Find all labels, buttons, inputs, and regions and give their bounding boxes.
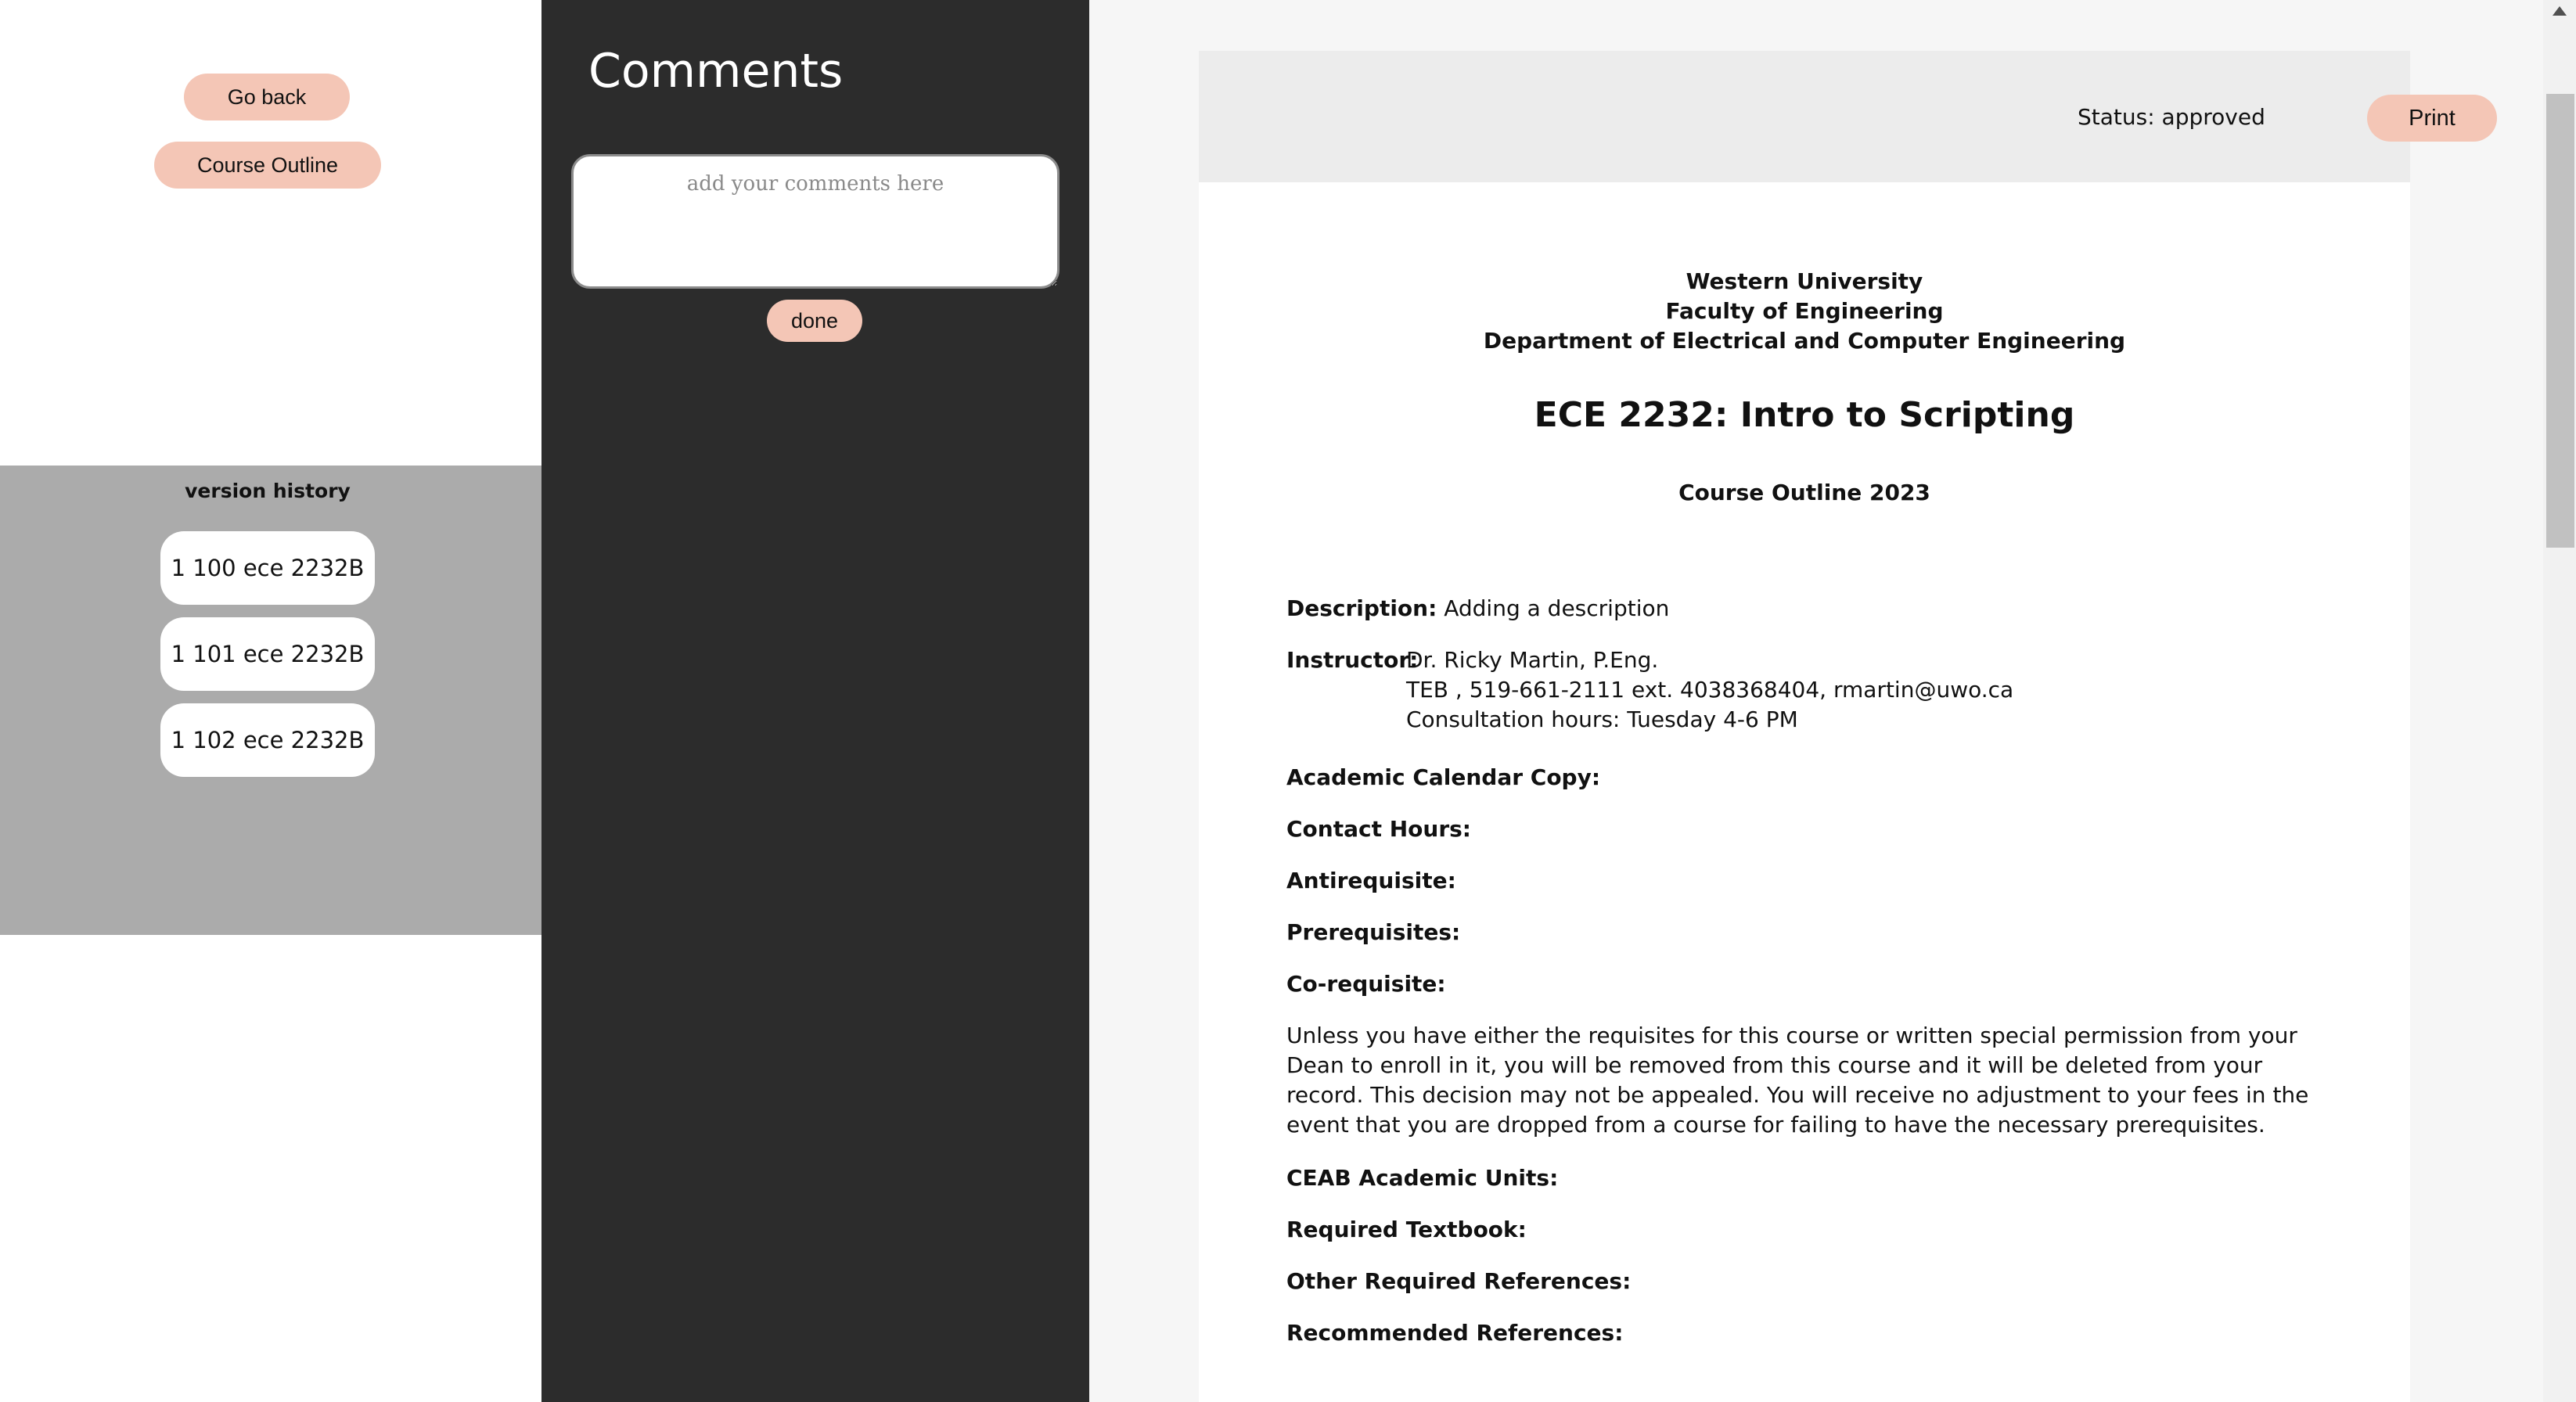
comments-title: Comments: [588, 44, 844, 99]
print-button[interactable]: Print: [2367, 95, 2497, 142]
course-title: ECE 2232: Intro to Scripting: [1534, 395, 2075, 435]
ceab-units-label: CEAB Academic Units:: [1286, 1165, 1559, 1191]
done-button[interactable]: done: [767, 300, 862, 342]
instructor-contact: TEB , 519-661-2111 ext. 4038368404, rmar…: [1406, 677, 2014, 703]
other-references-label: Other Required References:: [1286, 1268, 1632, 1294]
required-textbook-label: Required Textbook:: [1286, 1217, 1527, 1242]
instructor-hours: Consultation hours: Tuesday 4-6 PM: [1406, 706, 1798, 732]
university-name: Western University: [1686, 268, 1923, 294]
corequisite-label: Co-requisite:: [1286, 971, 1446, 997]
recommended-references-label: Recommended References:: [1286, 1320, 1624, 1346]
status-text: Status: approved: [2078, 104, 2265, 130]
left-sidebar: Go back Course Outline version history 1…: [0, 0, 541, 1402]
course-outline-document: Western University Faculty of Engineerin…: [1199, 182, 2410, 1402]
version-history-panel: version history 1 100 ece 2232B 1 101 ec…: [0, 466, 541, 935]
version-history-title: version history: [185, 480, 351, 502]
contact-hours-label: Contact Hours:: [1286, 816, 1472, 842]
comments-panel: Comments done: [541, 0, 1089, 1402]
document-header: Status: approved Print: [1199, 51, 2497, 182]
description-value: Adding a description: [1444, 595, 1670, 621]
document-area: Status: approved Print Western Universit…: [1089, 0, 2543, 1402]
faculty-name: Faculty of Engineering: [1665, 298, 1944, 324]
comment-input[interactable]: [571, 154, 1060, 289]
outline-year: Course Outline 2023: [1678, 480, 1930, 505]
antirequisite-label: Antirequisite:: [1286, 868, 1456, 893]
instructor-name: Dr. Ricky Martin, P.Eng.: [1406, 647, 1659, 673]
department-name: Department of Electrical and Computer En…: [1483, 328, 2126, 354]
course-outline-button[interactable]: Course Outline: [154, 142, 381, 189]
description-label: Description:: [1286, 595, 1437, 621]
requisite-notice: Unless you have either the requisites fo…: [1286, 1023, 2309, 1138]
version-item[interactable]: 1 101 ece 2232B: [160, 617, 375, 691]
version-item[interactable]: 1 102 ece 2232B: [160, 703, 375, 777]
prerequisites-label: Prerequisites:: [1286, 919, 1461, 945]
instructor-label: Instructor:: [1286, 647, 1419, 673]
academic-calendar-label: Academic Calendar Copy:: [1286, 764, 1601, 790]
scrollbar-thumb[interactable]: [2546, 94, 2574, 548]
description-row: Description: Adding a description: [1286, 595, 1669, 621]
version-item[interactable]: 1 100 ece 2232B: [160, 531, 375, 605]
vertical-scrollbar[interactable]: [2543, 0, 2576, 1402]
go-back-button[interactable]: Go back: [184, 74, 350, 120]
scroll-up-arrow-icon[interactable]: [2553, 6, 2567, 16]
